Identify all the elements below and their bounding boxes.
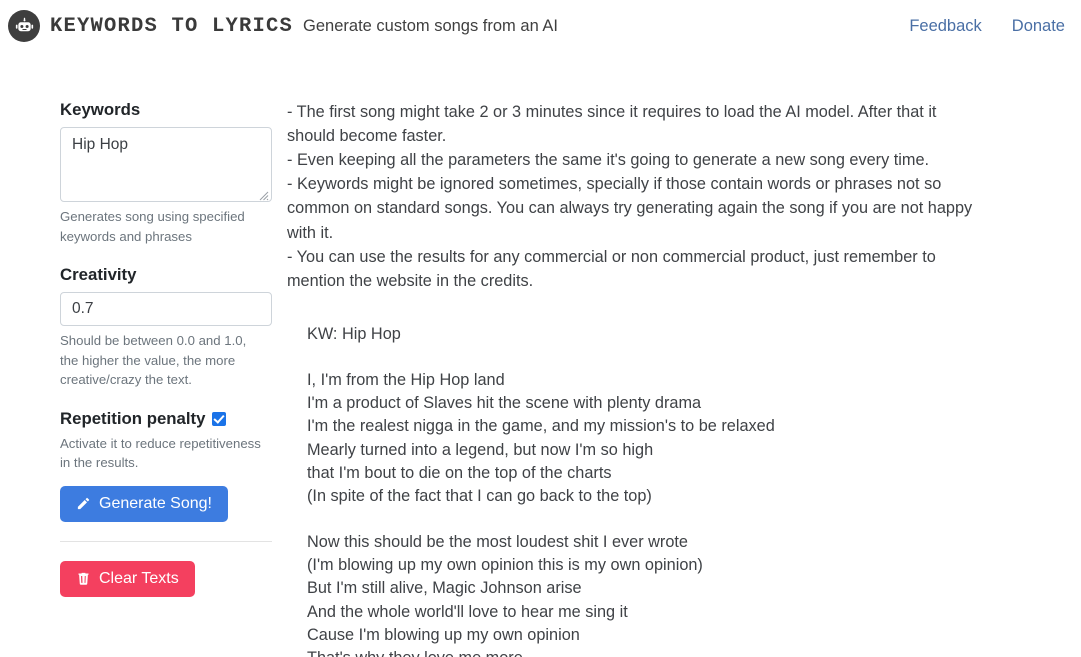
generate-song-button[interactable]: Generate Song! <box>60 485 228 522</box>
brand[interactable]: KEYWORDS TO LYRICS <box>8 10 293 42</box>
trash-icon <box>76 571 91 586</box>
note-line: - The first song might take 2 or 3 minut… <box>287 103 937 146</box>
repetition-penalty-label: Repetition penalty <box>60 408 206 428</box>
robot-icon <box>8 10 40 42</box>
brand-title: KEYWORDS TO LYRICS <box>50 14 294 38</box>
nav-link-donate[interactable]: Donate <box>1012 17 1065 36</box>
repetition-penalty-help-text: Activate it to reduce repetitiveness in … <box>60 435 261 471</box>
nav-links: Feedback Donate <box>909 17 1065 36</box>
creativity-input[interactable]: 0.7 <box>60 292 272 327</box>
note-line: - Even keeping all the parameters the sa… <box>287 151 930 170</box>
note-line: - Keywords might be ignored sometimes, s… <box>287 175 973 242</box>
header-navbar: KEYWORDS TO LYRICS Generate custom songs… <box>0 0 1081 52</box>
clear-texts-button[interactable]: Clear Texts <box>60 560 195 597</box>
lyrics-output: KW: Hip Hop I, I'm from the Hip Hop land… <box>307 324 775 657</box>
generate-song-button-label: Generate Song! <box>99 494 212 512</box>
repetition-penalty-checkbox[interactable] <box>212 411 227 426</box>
pencil-icon <box>76 496 91 511</box>
creativity-help-text: Should be between 0.0 and 1.0, the highe… <box>60 333 247 388</box>
keywords-input[interactable]: Hip Hop <box>60 127 272 202</box>
nav-link-feedback[interactable]: Feedback <box>909 17 981 36</box>
repetition-penalty-row: Repetition penalty <box>60 409 275 429</box>
note-line: - You can use the results for any commer… <box>287 247 936 290</box>
keywords-label: Keywords <box>60 100 141 119</box>
brand-tagline: Generate custom songs from an AI <box>303 16 559 35</box>
clear-texts-button-label: Clear Texts <box>99 569 179 587</box>
sidebar-form: Keywords Hip Hop Generates song using sp… <box>0 52 275 657</box>
keywords-help-text: Generates song using specified keywords … <box>60 209 245 244</box>
creativity-label: Creativity <box>60 265 137 285</box>
page-body: Keywords Hip Hop Generates song using sp… <box>0 52 1081 657</box>
textarea-resize-handle[interactable] <box>258 188 269 201</box>
sidebar-divider <box>60 540 272 542</box>
main-content: - The first song might take 2 or 3 minut… <box>275 52 1081 657</box>
notes-block: - The first song might take 2 or 3 minut… <box>287 100 987 293</box>
